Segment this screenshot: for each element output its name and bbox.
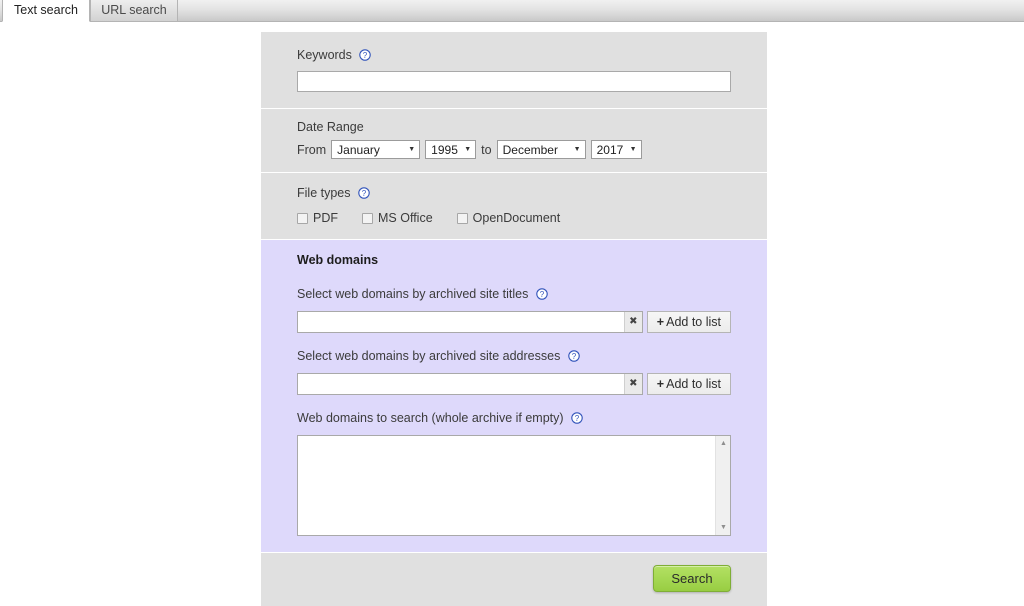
help-circle-icon[interactable]: ? [358, 187, 370, 199]
domains-by-titles-input[interactable] [297, 311, 643, 333]
plus-icon: + [656, 377, 665, 391]
checkbox-ms-office-label: MS Office [378, 211, 433, 225]
svg-text:?: ? [362, 189, 367, 198]
checkbox-opendocument-box[interactable] [456, 212, 468, 224]
date-to-label: to [481, 142, 492, 157]
date-range-title: Date Range [297, 120, 364, 134]
help-circle-icon[interactable]: ? [359, 49, 372, 61]
tab-text-search[interactable]: Text search [2, 0, 90, 22]
domains-by-addresses-label: Select web domains by archived site addr… [297, 349, 561, 363]
add-to-list-titles-label: Add to list [666, 315, 721, 329]
help-circle-icon[interactable]: ? [571, 412, 583, 424]
tab-text-search-label: Text search [14, 3, 78, 17]
checkbox-pdf-box[interactable] [297, 212, 308, 224]
chevron-down-icon: ▼ [629, 146, 637, 153]
domains-by-addresses-input-wrap: ✖ [297, 373, 643, 395]
textarea-scrollbar[interactable]: ▲ ▼ [715, 436, 730, 535]
checkbox-pdf-label: PDF [313, 211, 338, 225]
tab-bar: Text search URL search [0, 0, 1024, 22]
form-footer: Search [261, 553, 767, 606]
web-domains-section: Web domains Select web domains by archiv… [261, 240, 767, 553]
to-month-value: December [502, 142, 558, 157]
keywords-input[interactable] [297, 71, 731, 92]
scroll-up-icon[interactable]: ▲ [716, 436, 731, 451]
date-range-section: Date Range From January ▼ 1995 ▼ to Dece… [261, 109, 767, 173]
from-year-value: 1995 [431, 142, 458, 157]
search-button[interactable]: Search [653, 565, 731, 592]
checkbox-ms-office-box[interactable] [362, 212, 373, 224]
date-range-controls: From January ▼ 1995 ▼ to December ▼ 2017… [297, 140, 731, 159]
scroll-down-icon[interactable]: ▼ [716, 520, 731, 535]
search-form-panel: Keywords ? Date Range From January ▼ 199… [261, 32, 767, 606]
checkbox-opendocument-label: OpenDocument [472, 211, 561, 225]
checkbox-ms-office[interactable]: MS Office [362, 211, 433, 225]
to-year-value: 2017 [596, 142, 624, 157]
file-types-section: File types ? PDF MS Office OpenDocument [261, 173, 767, 240]
svg-text:?: ? [363, 51, 368, 60]
keywords-label: Keywords [297, 48, 352, 62]
svg-text:?: ? [575, 414, 580, 423]
domains-by-addresses-block: Select web domains by archived site addr… [297, 347, 731, 395]
web-domains-title: Web domains [297, 253, 379, 267]
domains-by-titles-input-wrap: ✖ [297, 311, 643, 333]
domains-by-addresses-row: ✖ + Add to list [297, 373, 731, 395]
domains-to-search-label: Web domains to search (whole archive if … [297, 411, 564, 425]
checkbox-opendocument[interactable]: OpenDocument [456, 211, 561, 225]
chevron-down-icon: ▼ [573, 146, 581, 153]
from-month-select[interactable]: January ▼ [331, 140, 421, 159]
from-month-value: January [337, 142, 380, 157]
tab-url-search[interactable]: URL search [90, 0, 178, 22]
checkbox-pdf[interactable]: PDF [297, 211, 338, 225]
to-month-select[interactable]: December ▼ [496, 140, 586, 159]
add-to-list-addresses-label: Add to list [666, 377, 721, 391]
domains-by-titles-block: Select web domains by archived site titl… [297, 285, 731, 333]
domains-to-search-textarea[interactable] [297, 435, 731, 536]
add-to-list-addresses-button[interactable]: + Add to list [646, 373, 731, 395]
file-type-checkbox-group: PDF MS Office OpenDocument [297, 211, 731, 225]
svg-text:?: ? [572, 352, 577, 361]
plus-icon: + [656, 315, 665, 329]
svg-text:?: ? [540, 290, 545, 299]
help-circle-icon[interactable]: ? [568, 350, 580, 362]
from-year-select[interactable]: 1995 ▼ [425, 140, 477, 159]
domains-to-search-wrap: ▲ ▼ [297, 435, 731, 536]
to-year-select[interactable]: 2017 ▼ [590, 140, 642, 159]
domains-to-search-block: Web domains to search (whole archive if … [297, 409, 731, 536]
clear-icon[interactable]: ✖ [623, 312, 642, 332]
domains-by-titles-label: Select web domains by archived site titl… [297, 287, 529, 301]
add-to-list-titles-button[interactable]: + Add to list [646, 311, 731, 333]
tab-url-search-label: URL search [101, 3, 167, 17]
keywords-section: Keywords ? [261, 32, 767, 109]
help-circle-icon[interactable]: ? [536, 288, 548, 300]
domains-by-titles-row: ✖ + Add to list [297, 311, 731, 333]
date-from-label: From [297, 142, 327, 157]
chevron-down-icon: ▼ [464, 146, 472, 153]
file-types-label: File types [297, 186, 351, 200]
domains-by-addresses-input[interactable] [297, 373, 643, 395]
clear-icon[interactable]: ✖ [623, 374, 642, 394]
chevron-down-icon: ▼ [408, 146, 416, 153]
